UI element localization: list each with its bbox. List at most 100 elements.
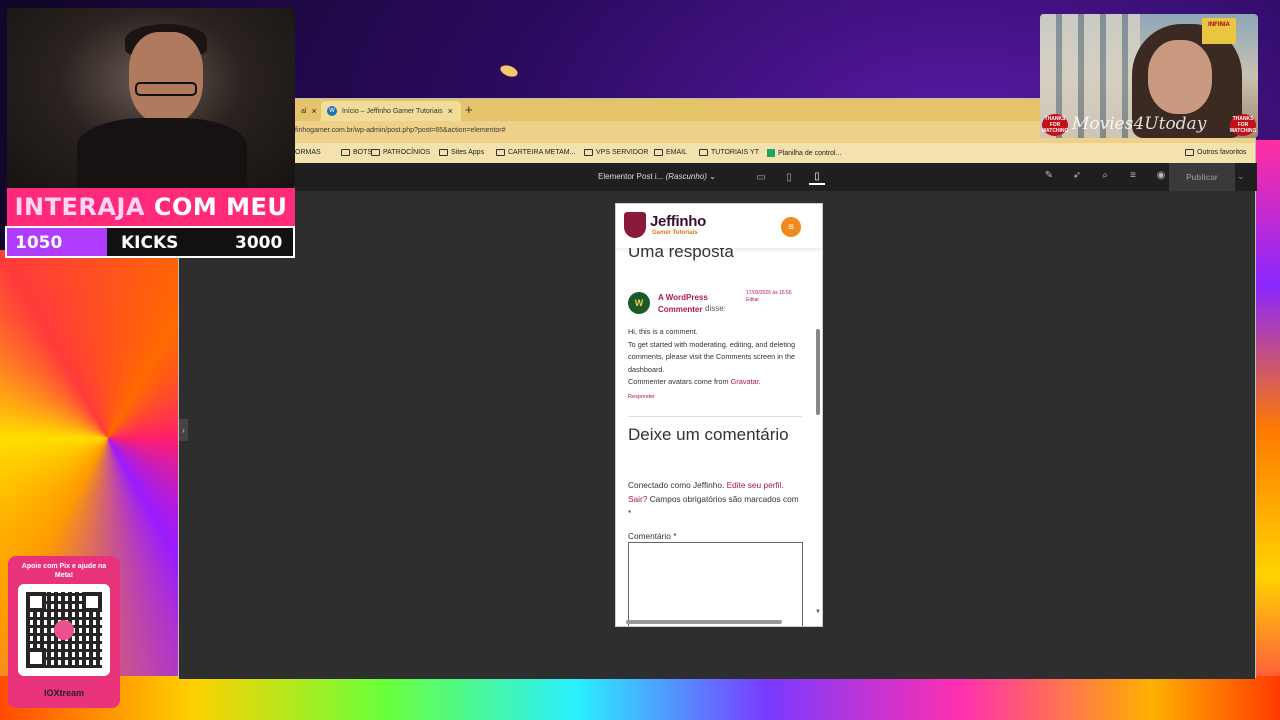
- new-tab-icon[interactable]: +: [465, 102, 473, 117]
- mobile-preview[interactable]: Jeffinho Gamer Tutoriais ≡ Uma resposta …: [615, 203, 823, 627]
- bookmark-label: Sites Apps: [451, 149, 485, 156]
- scroll-down-icon[interactable]: ▼: [815, 609, 821, 615]
- tab-label: al: [301, 107, 307, 115]
- folder-icon: [496, 149, 505, 156]
- avatar: W: [628, 292, 650, 314]
- folder-icon: [371, 149, 380, 156]
- editor-canvas: › Jeffinho Gamer Tutoriais ≡ Uma respost…: [179, 191, 1255, 679]
- tab-previous[interactable]: al ×: [295, 101, 321, 121]
- chevron-down-icon[interactable]: ⌄: [1237, 171, 1245, 182]
- mobile-icon[interactable]: ▯: [809, 169, 825, 185]
- bookmark-bots[interactable]: BOTS: [341, 149, 372, 156]
- bookmark-patrocinios[interactable]: PATROCÍNIOS: [371, 149, 430, 156]
- bookmark-sites-apps[interactable]: Sites Apps: [439, 149, 484, 156]
- publish-button[interactable]: Publicar: [1169, 163, 1235, 191]
- required-note: Campos obrigatórios são marcados com *: [628, 494, 799, 518]
- video-watermark: Movies4Utoday: [1072, 114, 1207, 134]
- device-switcher: ▭ ▯ ▯: [753, 169, 825, 185]
- qr-corner: [26, 592, 46, 612]
- publish-label: Publicar: [1186, 172, 1218, 182]
- site-name[interactable]: Jeffinho: [650, 213, 706, 230]
- bookmark-tutoriais[interactable]: TUTORIAIS YT: [699, 149, 759, 156]
- folder-icon: [699, 149, 708, 156]
- qr-corner: [82, 592, 102, 612]
- cam-body: [77, 118, 247, 188]
- sheets-icon: [767, 149, 775, 157]
- search-icon[interactable]: ⌕: [1099, 170, 1111, 184]
- document-name: Elementor Post i...: [598, 172, 664, 181]
- panel-toggle-handle[interactable]: ›: [179, 419, 188, 441]
- gravatar-link[interactable]: Gravatar: [731, 377, 759, 386]
- wordpress-icon: W: [327, 106, 337, 116]
- logo-icon: [624, 212, 646, 238]
- bookmark-vps[interactable]: VPS SERVIDOR: [584, 149, 648, 156]
- pix-donation-card: Apoie com Pix e ajude na Meta! IOXtream: [8, 556, 120, 708]
- bookmark-carteira[interactable]: CARTEIRA METAM...: [496, 149, 575, 156]
- eye-icon[interactable]: ◉: [1155, 170, 1167, 184]
- tab-label: Início – Jeffinho Gamer Tutoriais: [342, 107, 443, 115]
- comment-text: Commenter avatars come from: [628, 377, 729, 386]
- comment-edit-link[interactable]: Editar: [746, 297, 759, 303]
- folder-icon: [439, 149, 448, 156]
- video-overlay: INFINIA THANKS FOR WATCHING THANKS FOR W…: [1040, 14, 1258, 138]
- tablet-icon[interactable]: ▯: [781, 169, 797, 185]
- bookmark-ormas[interactable]: ORMAS: [295, 149, 321, 156]
- vertical-scrollbar[interactable]: [816, 329, 820, 415]
- comment-line: To get started with moderating, editing,…: [628, 339, 796, 374]
- interact-banner: INTERAJA COM MEU: [7, 188, 295, 226]
- edit-profile-link[interactable]: Edite seu perfil: [727, 480, 782, 490]
- light-streak: [498, 63, 520, 79]
- bookmark-label: ORMAS: [295, 149, 321, 156]
- qr-code: [18, 584, 110, 676]
- logged-text: Conectado como Jeffinho.: [628, 480, 725, 490]
- bookmark-outros[interactable]: Outros favoritos: [1185, 149, 1246, 156]
- document-status: (Rascunho): [665, 172, 707, 181]
- folder-icon: [654, 149, 663, 156]
- bookmark-label: Planilha de control...: [778, 149, 842, 157]
- tab-active[interactable]: W Início – Jeffinho Gamer Tutoriais ×: [321, 101, 461, 121]
- comment-text: .: [758, 377, 761, 386]
- bookmark-label: PATROCÍNIOS: [383, 149, 431, 156]
- comment-line: Hi, this is a comment.: [628, 327, 698, 336]
- horizontal-scrollbar[interactable]: [626, 620, 782, 624]
- bookmark-label: CARTEIRA METAM...: [508, 149, 576, 156]
- bookmark-email[interactable]: EMAIL: [654, 149, 687, 156]
- close-icon[interactable]: ×: [311, 106, 316, 116]
- background-bottom-art: [0, 676, 1280, 720]
- document-title[interactable]: Elementor Post i... (Rascunho) ⌄: [598, 172, 716, 181]
- banner-text: INTERAJA COM MEU: [15, 193, 288, 221]
- browser-window: al × W Início – Jeffinho Gamer Tutoriais…: [178, 98, 1257, 679]
- comment-date[interactable]: 17/03/2026 às 16:56: [746, 290, 792, 296]
- folder-icon: [1185, 149, 1194, 156]
- comment-textarea[interactable]: [628, 542, 803, 626]
- comment-label: Comentário *: [628, 531, 677, 541]
- chevron-down-icon: ⌄: [709, 172, 716, 181]
- video-sign: INFINIA: [1202, 18, 1236, 44]
- site-header: Jeffinho Gamer Tutoriais ≡: [616, 204, 822, 248]
- bookmark-planilha[interactable]: Planilha de control...: [767, 149, 841, 157]
- logout-link[interactable]: Sair?: [628, 494, 647, 504]
- menu-button[interactable]: ≡: [781, 217, 801, 237]
- thanks-badge: THANKS FOR WATCHING: [1041, 114, 1069, 136]
- pen-icon[interactable]: ✎: [1043, 170, 1055, 184]
- divider: [628, 416, 802, 417]
- thanks-badge: THANKS FOR WATCHING: [1229, 114, 1257, 136]
- comment-body: Hi, this is a comment. To get started wi…: [628, 326, 804, 389]
- desktop-icon[interactable]: ▭: [753, 169, 769, 185]
- close-icon[interactable]: ×: [448, 106, 453, 116]
- leave-comment-heading: Deixe um comentário: [628, 425, 789, 444]
- reply-link[interactable]: Responder: [628, 394, 655, 400]
- video-face: [1148, 40, 1212, 114]
- qr-logo-icon: [54, 620, 74, 640]
- qr-corner: [26, 648, 46, 668]
- layers-icon[interactable]: ≡: [1127, 170, 1139, 184]
- comment-meta: W A WordPress Commenter disse: 17/03/202…: [628, 290, 804, 320]
- folder-icon: [584, 149, 593, 156]
- url-text[interactable]: finhogamer.com.br/wp-admin/post.php?post…: [295, 127, 506, 134]
- pix-title: Apoie com Pix e ajude na Meta!: [21, 563, 107, 579]
- rocket-icon[interactable]: ➶: [1071, 170, 1083, 184]
- bookmarks-bar: ORMAS BOTS PATROCÍNIOS Sites Apps CARTEI…: [179, 143, 1255, 163]
- webcam-streamer: [7, 8, 295, 188]
- bookmark-label: EMAIL: [666, 149, 688, 156]
- progress-label: KICKS: [121, 233, 179, 253]
